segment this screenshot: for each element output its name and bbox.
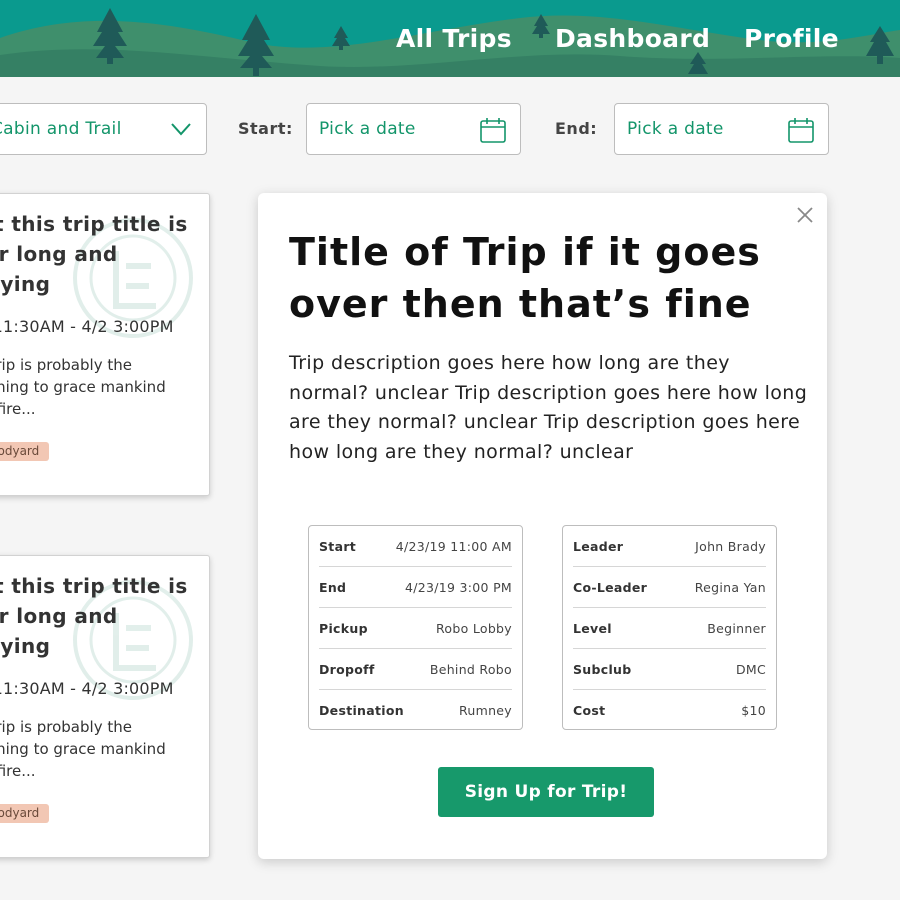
table-row: Destination Rumney [319, 690, 512, 731]
row-key: Start [319, 538, 357, 554]
nav-dashboard[interactable]: Dashboard [555, 24, 710, 53]
site-header: All Trips Dashboard Profile [0, 0, 900, 77]
row-key: Level [573, 620, 612, 636]
trip-card-time: 4/2 11:30AM - 4/2 3:00PM [0, 679, 174, 698]
row-key: Subclub [573, 661, 632, 677]
trip-card-description: This Trip is probably the best thing to … [0, 356, 166, 418]
row-key: End [319, 579, 347, 595]
trip-card-time: 4/2 11:30AM - 4/2 3:00PM [0, 317, 174, 336]
chevron-down-icon [171, 123, 191, 136]
row-value: Beginner [707, 620, 766, 636]
table-row: Cost $10 [573, 690, 766, 731]
row-key: Pickup [319, 620, 368, 636]
trip-card-description: This Trip is probably the best thing to … [0, 718, 166, 780]
row-value: 4/23/19 11:00 AM [395, 538, 512, 554]
sign-up-button[interactable]: Sign Up for Trip! [438, 767, 654, 817]
row-value: DMC [735, 661, 766, 677]
table-row: Subclub DMC [573, 649, 766, 690]
row-value: $10 [741, 703, 766, 718]
trip-card-title: What this trip title is super long and a… [0, 574, 188, 658]
row-key: Dropoff [319, 661, 375, 677]
table-row: Start 4/23/19 11:00 AM [319, 526, 512, 567]
club-select-value: Cabin and Trail [0, 119, 122, 139]
trip-info-table: Leader John Brady Co-Leader Regina Yan Lev… [562, 525, 777, 730]
end-date-placeholder: Pick a date [627, 119, 724, 139]
nav-all-trips[interactable]: All Trips [396, 24, 512, 53]
start-date-label: Start: [238, 119, 293, 138]
table-row: End 4/23/19 3:00 PM [319, 567, 512, 608]
calendar-icon [480, 118, 506, 143]
trip-description: Trip description goes here how long are … [289, 352, 808, 463]
table-row: Pickup Robo Lobby [319, 608, 512, 649]
end-date-label: End: [555, 119, 598, 138]
trip-detail-modal: Title of Trip if it goes over then that’… [258, 193, 827, 859]
row-key: Cost [573, 703, 606, 718]
trip-title: Title of Trip if it goes over then that’… [289, 230, 761, 326]
table-row: Level Beginner [573, 608, 766, 649]
trip-card[interactable]: What this trip title is super long and a… [0, 555, 210, 858]
calendar-icon [788, 118, 814, 143]
trip-card[interactable]: What this trip title is super long and a… [0, 193, 210, 496]
trip-card-title: What this trip title is super long and a… [0, 212, 188, 296]
trip-logistics-table: Start 4/23/19 11:00 AM End 4/23/19 3:00 PM… [308, 525, 523, 730]
close-icon[interactable] [795, 205, 815, 225]
row-value: Behind Robo [429, 661, 512, 677]
club-select[interactable]: Cabin and Trail [0, 103, 207, 155]
row-value: Rumney [458, 703, 512, 718]
table-row: Co-Leader Regina Yan [573, 567, 766, 608]
table-row: Dropoff Behind Robo [319, 649, 512, 690]
row-value: Robo Lobby [436, 620, 512, 636]
trip-card-tag: Woodyard [0, 804, 50, 823]
trip-card-tag: Woodyard [0, 442, 50, 461]
row-key: Co-Leader [573, 579, 648, 595]
row-key: Leader [573, 538, 624, 554]
end-date-picker[interactable]: Pick a date [614, 103, 829, 155]
row-value: John Brady [695, 538, 766, 554]
start-date-placeholder: Pick a date [319, 119, 416, 139]
start-date-picker[interactable]: Pick a date [306, 103, 521, 155]
row-key: Destination [319, 703, 404, 718]
row-value: 4/23/19 3:00 PM [404, 579, 512, 595]
table-row: Leader John Brady [573, 526, 766, 567]
nav-profile[interactable]: Profile [744, 24, 839, 53]
row-value: Regina Yan [694, 579, 766, 595]
